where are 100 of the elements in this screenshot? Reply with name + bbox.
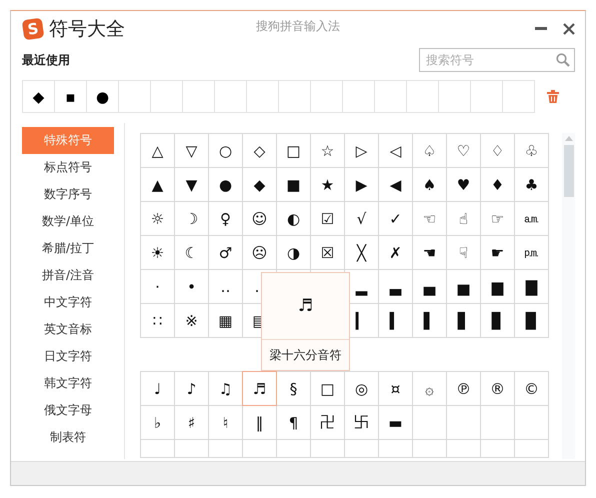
symbol-cell[interactable]: ♮ bbox=[209, 406, 243, 440]
symbol-cell[interactable]: ® bbox=[481, 372, 515, 406]
category-item[interactable]: 英文音标 bbox=[22, 316, 114, 343]
symbol-cell[interactable]: ☒ bbox=[311, 236, 345, 270]
symbol-cell[interactable]: ▍ bbox=[379, 304, 413, 338]
symbol-cell[interactable]: ♭ bbox=[141, 406, 175, 440]
category-item[interactable]: 希腊/拉丁 bbox=[22, 235, 114, 262]
symbol-cell[interactable]: ▆ bbox=[481, 270, 515, 304]
scrollbar-thumb[interactable] bbox=[564, 145, 574, 197]
symbol-cell[interactable]: 卐 bbox=[345, 406, 379, 440]
symbol-cell[interactable]: ♡ bbox=[447, 134, 481, 168]
symbol-cell[interactable]: □ bbox=[277, 134, 311, 168]
symbol-cell[interactable]: ¶ bbox=[277, 406, 311, 440]
symbol-cell[interactable]: ☑ bbox=[311, 202, 345, 236]
symbol-cell[interactable]: □ bbox=[311, 372, 345, 406]
symbol-cell[interactable]: ◆ bbox=[243, 168, 277, 202]
category-item[interactable]: 数学/单位 bbox=[22, 208, 114, 235]
category-item[interactable]: 数字序号 bbox=[22, 181, 114, 208]
symbol-cell[interactable]: ♠ bbox=[413, 168, 447, 202]
symbol-cell[interactable]: ☹ bbox=[243, 236, 277, 270]
symbol-cell[interactable]: ✗ bbox=[379, 236, 413, 270]
symbol-cell[interactable]: ☟ bbox=[447, 236, 481, 270]
symbol-cell[interactable]: ▄ bbox=[413, 270, 447, 304]
category-item[interactable]: 制表符 bbox=[22, 424, 114, 451]
symbol-cell[interactable]: ☺ bbox=[243, 202, 277, 236]
symbol-cell[interactable]: ▷ bbox=[345, 134, 379, 168]
category-item[interactable]: 拼音/注音 bbox=[22, 262, 114, 289]
symbol-cell[interactable]: ▦ bbox=[209, 304, 243, 338]
symbol-cell[interactable]: ♫ bbox=[209, 372, 243, 406]
symbol-cell[interactable]: ☆ bbox=[311, 134, 345, 168]
symbol-cell[interactable]: ☞ bbox=[481, 202, 515, 236]
symbol-cell[interactable]: ♥ bbox=[447, 168, 481, 202]
symbol-cell[interactable]: ※ bbox=[175, 304, 209, 338]
symbol-cell[interactable]: ♩ bbox=[141, 372, 175, 406]
symbol-cell[interactable]: ◇ bbox=[243, 134, 277, 168]
symbol-cell[interactable]: ★ bbox=[311, 168, 345, 202]
symbol-cell[interactable]: √ bbox=[345, 202, 379, 236]
symbol-cell[interactable]: ☚ bbox=[413, 236, 447, 270]
symbol-cell[interactable]: ■ bbox=[277, 168, 311, 202]
symbol-cell[interactable]: ◁ bbox=[379, 134, 413, 168]
symbol-cell[interactable]: ♦ bbox=[481, 168, 515, 202]
symbol-cell[interactable]: ㏂ bbox=[515, 202, 549, 236]
symbol-cell[interactable]: ♣ bbox=[515, 168, 549, 202]
symbol-cell[interactable]: ▅ bbox=[447, 270, 481, 304]
symbol-cell[interactable]: ♢ bbox=[481, 134, 515, 168]
symbol-cell[interactable]: • bbox=[175, 270, 209, 304]
symbol-cell[interactable]: ✓ bbox=[379, 202, 413, 236]
category-item[interactable]: 俄文字母 bbox=[22, 397, 114, 424]
category-item[interactable]: 韩文字符 bbox=[22, 370, 114, 397]
search-icon[interactable] bbox=[556, 53, 570, 67]
symbol-cell[interactable]: ¤ bbox=[379, 372, 413, 406]
symbol-cell[interactable]: ‖ bbox=[243, 406, 277, 440]
symbol-cell[interactable]: ♧ bbox=[515, 134, 549, 168]
close-icon[interactable] bbox=[563, 22, 575, 34]
symbol-cell[interactable]: ♀ bbox=[209, 202, 243, 236]
symbol-cell[interactable]: ▃ bbox=[379, 270, 413, 304]
symbol-cell[interactable]: ▼ bbox=[175, 168, 209, 202]
symbol-cell[interactable]: ☾ bbox=[175, 236, 209, 270]
category-item[interactable]: 中文字符 bbox=[22, 289, 114, 316]
symbol-cell[interactable]: ♂ bbox=[209, 236, 243, 270]
symbol-cell[interactable]: ㏘ bbox=[515, 236, 549, 270]
symbol-cell[interactable]: · bbox=[141, 270, 175, 304]
symbol-cell[interactable]: ╳ bbox=[345, 236, 379, 270]
symbol-cell[interactable]: ▬ bbox=[379, 406, 413, 440]
trash-icon[interactable] bbox=[547, 90, 559, 103]
symbol-cell[interactable]: ▇ bbox=[515, 270, 549, 304]
symbol-cell[interactable]: ℗ bbox=[447, 372, 481, 406]
symbol-cell[interactable]: ▲ bbox=[141, 168, 175, 202]
minimize-icon[interactable] bbox=[535, 27, 547, 30]
symbol-cell[interactable]: ● bbox=[209, 168, 243, 202]
symbol-cell[interactable]: ◑ bbox=[277, 236, 311, 270]
symbol-cell[interactable]: 卍 bbox=[311, 406, 345, 440]
symbol-cell[interactable]: ◐ bbox=[277, 202, 311, 236]
category-item[interactable]: 日文字符 bbox=[22, 343, 114, 370]
symbol-cell[interactable]: ▊ bbox=[481, 304, 515, 338]
symbol-cell[interactable]: △ bbox=[141, 134, 175, 168]
symbol-cell[interactable]: ‥ bbox=[209, 270, 243, 304]
symbol-cell[interactable]: § bbox=[277, 372, 311, 406]
symbol-cell[interactable]: ◀ bbox=[379, 168, 413, 202]
symbol-cell[interactable]: ☝ bbox=[447, 202, 481, 236]
symbol-cell[interactable]: ♤ bbox=[413, 134, 447, 168]
symbol-cell[interactable]: ۞ bbox=[413, 372, 447, 406]
symbol-cell[interactable]: ☜ bbox=[413, 202, 447, 236]
symbol-cell[interactable]: ♬ bbox=[242, 371, 277, 406]
symbol-cell[interactable]: ◎ bbox=[345, 372, 379, 406]
category-item[interactable]: 标点符号 bbox=[22, 154, 114, 181]
symbol-cell[interactable]: ☀ bbox=[141, 236, 175, 270]
symbol-cell[interactable]: ▽ bbox=[175, 134, 209, 168]
symbol-cell[interactable]: ▌ bbox=[413, 304, 447, 338]
symbol-cell[interactable]: ○ bbox=[209, 134, 243, 168]
symbol-cell[interactable]: ∷ bbox=[141, 304, 175, 338]
scroll-up-icon[interactable] bbox=[564, 136, 572, 141]
symbol-cell[interactable]: ♯ bbox=[175, 406, 209, 440]
symbol-cell[interactable]: ☼ bbox=[141, 202, 175, 236]
symbol-cell[interactable]: © bbox=[515, 372, 549, 406]
search-field[interactable]: 搜索符号 bbox=[419, 48, 575, 72]
symbol-cell[interactable]: ☛ bbox=[481, 236, 515, 270]
scrollbar[interactable] bbox=[562, 133, 575, 459]
symbol-cell[interactable]: ☽ bbox=[175, 202, 209, 236]
symbol-cell[interactable]: ♪ bbox=[175, 372, 209, 406]
